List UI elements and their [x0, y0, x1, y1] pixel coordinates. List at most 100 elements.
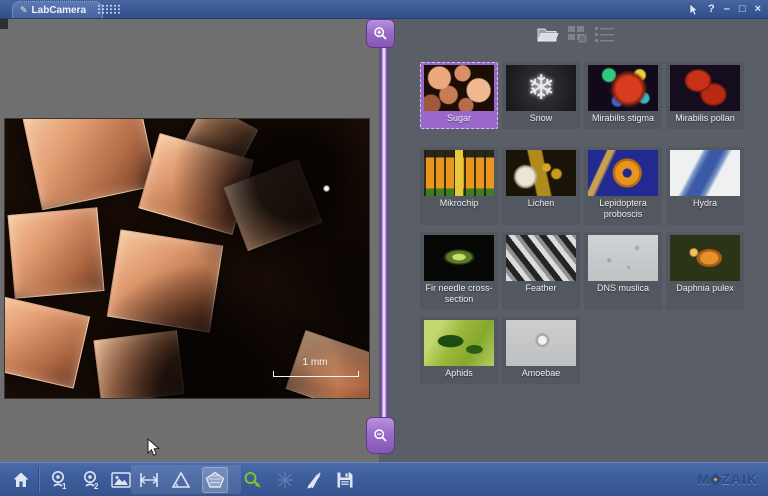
thumbnail-mikrochip — [424, 150, 494, 196]
detect-magnifier-green-icon — [242, 470, 264, 490]
mozaik-logo: M ZAIK — [698, 471, 758, 487]
thumbnail-lepidoptera-proboscis — [588, 150, 658, 196]
measure-distance-button[interactable] — [136, 467, 162, 493]
logo-text-post: ZAIK — [721, 471, 758, 487]
magnifier-plus-icon — [373, 26, 388, 41]
item-label: Snow — [529, 113, 554, 124]
gallery-item-daphnia-pulex[interactable]: Daphnia pulex — [666, 232, 744, 310]
save-button[interactable] — [332, 467, 358, 493]
gallery-item-lichen[interactable]: Lichen — [502, 147, 580, 225]
logo-diamond-icon — [709, 473, 722, 486]
magnifier-minus-icon — [373, 428, 388, 443]
item-label: Mirabilis pollan — [674, 113, 736, 124]
camera-view-panel: 1 mm — [0, 18, 380, 462]
titlebar: ✎ LabCamera ? – □ × — [0, 0, 768, 19]
thumbnail-daphnia-pulex — [670, 235, 740, 281]
thumbnail-lichen — [506, 150, 576, 196]
home-icon — [11, 470, 31, 490]
labcamera-app: { "window": { "title": "LabCamera", "tab… — [0, 0, 768, 496]
app-title: LabCamera — [32, 5, 86, 16]
item-label: DNS muslica — [596, 283, 650, 294]
item-label: Lepidoptera proboscis — [585, 198, 661, 220]
list-view-icon — [594, 25, 616, 43]
thumbnail-view-icon — [567, 25, 587, 43]
thumbnail-mirabilis-stigma — [588, 65, 658, 111]
image-icon — [110, 470, 132, 490]
gallery-item-fir-needle[interactable]: Fir needle cross-section — [420, 232, 498, 310]
webcam-2-icon: 2 — [80, 469, 102, 491]
gallery-item-sugar[interactable]: Sugar — [420, 62, 498, 129]
gallery-row: Aphids Amoebae — [420, 317, 580, 384]
annotate-button[interactable] — [302, 467, 328, 493]
measure-angle-button[interactable] — [168, 467, 194, 493]
thumbnail-sugar — [424, 65, 494, 111]
sugar-crystal — [107, 229, 223, 332]
item-label: Lichen — [527, 198, 556, 209]
item-label: Amoebae — [521, 368, 562, 379]
gallery-item-snow[interactable]: Snow — [502, 62, 580, 129]
item-label: Sugar — [446, 113, 472, 124]
item-label: Hydra — [692, 198, 718, 209]
window-controls: ? – □ × — [688, 1, 761, 17]
live-microscope-image: 1 mm — [4, 118, 370, 399]
gallery-item-dns-muslica[interactable]: DNS muslica — [584, 232, 662, 310]
close-button[interactable]: × — [755, 1, 761, 17]
save-floppy-icon — [335, 470, 355, 490]
thumbnail-hydra — [670, 150, 740, 196]
zoom-slider-track[interactable] — [380, 32, 388, 448]
drag-dots-icon[interactable] — [97, 4, 121, 15]
help-button[interactable]: ? — [708, 1, 715, 17]
gallery-item-hydra[interactable]: Hydra — [666, 147, 744, 225]
sugar-crystal — [8, 207, 105, 299]
webcam-2-badge: 2 — [94, 482, 99, 491]
snowflake-tool-button[interactable] — [272, 467, 298, 493]
open-folder-button[interactable] — [536, 24, 560, 44]
gallery-item-feather[interactable]: Feather — [502, 232, 580, 310]
thumbnail-snow — [506, 65, 576, 111]
thumbnail-mirabilis-pollan — [670, 65, 740, 111]
minimize-button[interactable]: – — [724, 1, 730, 17]
maximize-button[interactable]: □ — [739, 1, 746, 17]
zoom-in-button[interactable] — [366, 19, 395, 48]
thumbnail-view-button[interactable] — [565, 24, 589, 44]
gallery-item-lepidoptera-proboscis[interactable]: Lepidoptera proboscis — [584, 147, 662, 225]
auto-detect-button[interactable] — [240, 467, 266, 493]
webcam-2-button[interactable]: 2 — [78, 467, 104, 493]
webcam-1-button[interactable]: 1 — [46, 467, 72, 493]
pencil-icon: ✎ — [20, 5, 28, 16]
gallery-item-aphids[interactable]: Aphids — [420, 317, 498, 384]
main-toolbar: 1 2 — [0, 462, 768, 496]
scale-bar: 1 mm — [273, 359, 357, 377]
pointer-mode-icon[interactable] — [688, 3, 699, 16]
thumbnail-amoebae — [506, 320, 576, 366]
app-tab[interactable]: ✎ LabCamera — [12, 1, 103, 18]
gallery-item-mirabilis-pollan[interactable]: Mirabilis pollan — [666, 62, 744, 129]
gallery-row: Mikrochip Lichen Lepidoptera proboscis H… — [420, 147, 744, 225]
thumbnail-feather — [506, 235, 576, 281]
panel-corner-notch — [0, 18, 8, 29]
thumbnail-dns-muslica — [588, 235, 658, 281]
gallery-item-amoebae[interactable]: Amoebae — [502, 317, 580, 384]
webcam-1-icon: 1 — [48, 469, 70, 491]
gallery-toolbar — [388, 22, 768, 48]
gallery-item-mikrochip[interactable]: Mikrochip — [420, 147, 498, 225]
measure-area-button[interactable] — [202, 467, 228, 493]
list-view-button[interactable] — [593, 24, 617, 44]
item-label: Feather — [524, 283, 557, 294]
item-label: Mikrochip — [439, 198, 480, 209]
gallery-row: Sugar Snow Mirabilis stigma Mirabilis po… — [420, 62, 744, 129]
open-folder-icon — [537, 26, 559, 43]
pen-tools-icon — [304, 470, 326, 490]
home-button[interactable] — [8, 467, 34, 493]
gallery-item-mirabilis-stigma[interactable]: Mirabilis stigma — [584, 62, 662, 129]
zoom-out-button[interactable] — [366, 417, 395, 454]
webcam-1-badge: 1 — [62, 482, 67, 491]
scale-label: 1 mm — [273, 357, 357, 368]
sugar-crystal — [4, 295, 90, 388]
sugar-crystal — [93, 330, 184, 399]
thumbnail-fir-needle — [424, 235, 494, 281]
sugar-crystal — [23, 118, 158, 210]
angle-triangle-icon — [170, 470, 192, 490]
gallery-row: Fir needle cross-section Feather DNS mus… — [420, 232, 744, 310]
toolbar-separator — [38, 467, 39, 492]
